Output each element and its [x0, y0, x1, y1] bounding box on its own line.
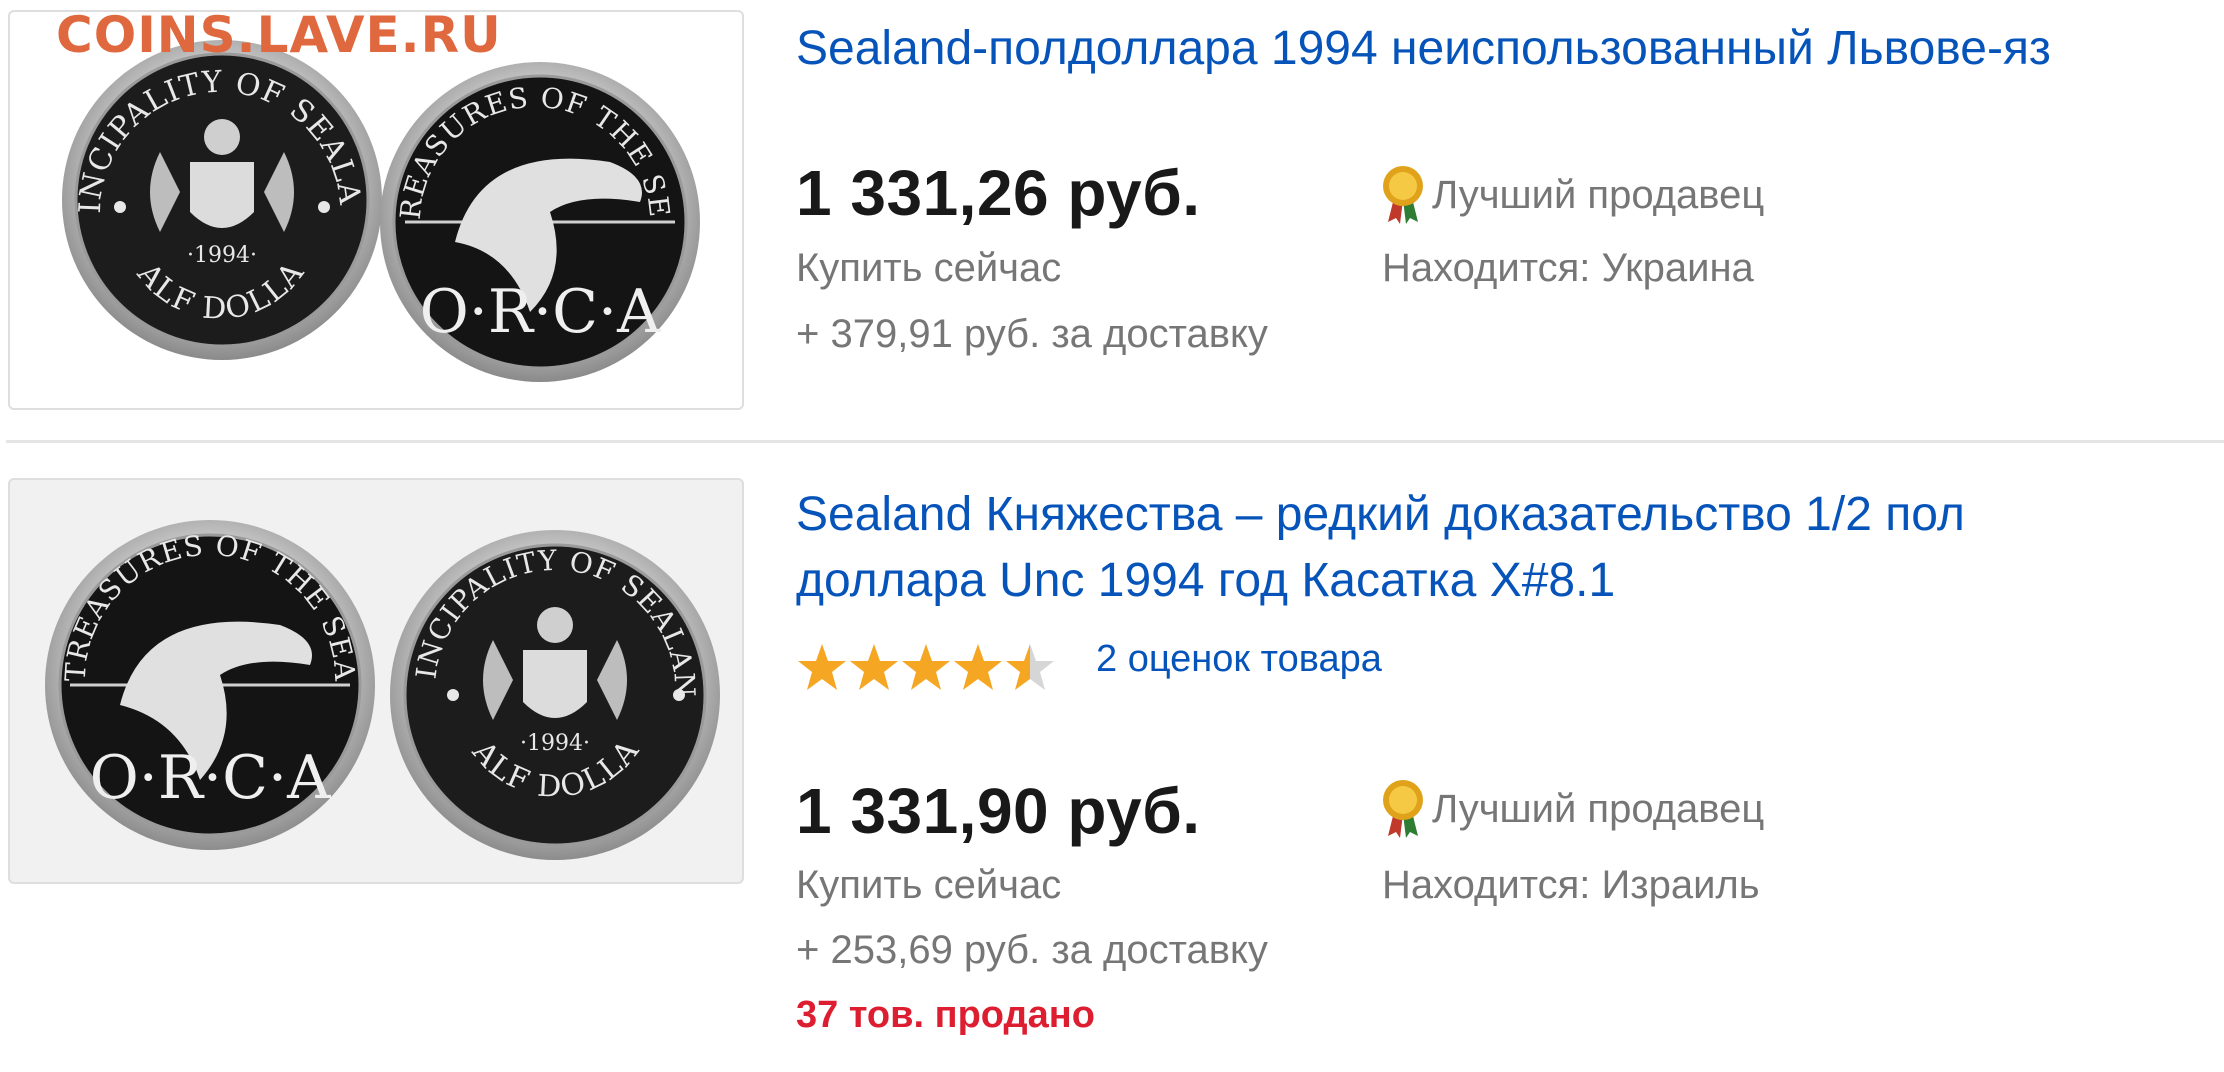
sold-count: 37 тов. продано — [796, 994, 1095, 1036]
svg-text:O·R·C·A: O·R·C·A — [90, 743, 331, 813]
coin-image: TREASURES OF THE SEA O·R·C·A PRINCIPALIT… — [10, 480, 720, 860]
title-line[interactable]: Sealand-полдоллара 1994 неиспользованный… — [796, 16, 2051, 82]
title-line[interactable]: Sealand Княжества – редкий доказательств… — [796, 482, 1965, 548]
svg-text:·1994·: ·1994· — [187, 243, 257, 268]
shipping-cost: + 253,69 руб. за доставку — [796, 928, 1268, 972]
shipping-cost: + 379,91 руб. за доставку — [796, 312, 1268, 356]
listing-title-link[interactable]: Sealand-полдоллара 1994 неиспользованный… — [796, 16, 2051, 82]
watermark: COINS.LAVE.RU — [56, 6, 502, 64]
coin-image: PRINCIPALITY OF SEALAND HALF DOLLAR ·199… — [10, 12, 700, 382]
coin-reverse: TREASURES OF THE SEA O·R·C·A — [45, 520, 375, 850]
star-icon — [954, 644, 1002, 690]
award-ribbon-icon — [1383, 780, 1423, 838]
price: 1 331,26 руб. — [796, 157, 1201, 229]
star-icon — [902, 644, 950, 690]
svg-text:·1994·: ·1994· — [520, 731, 590, 756]
top-seller-badge: Лучший продавец — [1378, 778, 1764, 840]
rating-stars — [796, 642, 1056, 694]
item-location: Находится: Израиль — [1382, 863, 1760, 907]
listing-title-link[interactable]: Sealand Княжества – редкий доказательств… — [796, 482, 1965, 614]
buy-format-label: Купить сейчас — [796, 246, 1062, 290]
star-icon — [798, 644, 846, 690]
top-seller-label: Лучший продавец — [1432, 786, 1765, 831]
svg-text:O·R·C·A: O·R·C·A — [420, 277, 661, 347]
coin-obverse: PRINCIPALITY OF SEALAND HALF DOLLAR ·199… — [10, 12, 382, 360]
price: 1 331,90 руб. — [796, 775, 1201, 847]
title-line[interactable]: доллара Unc 1994 год Касатка X#8.1 — [796, 548, 1965, 614]
top-seller-badge: Лучший продавец — [1378, 164, 1764, 226]
award-ribbon-icon — [1383, 166, 1423, 224]
buy-format-label: Купить сейчас — [796, 863, 1062, 907]
item-location: Находится: Украина — [1382, 246, 1754, 290]
listing-thumbnail[interactable]: PRINCIPALITY OF SEALAND HALF DOLLAR ·199… — [8, 10, 744, 410]
top-seller-label: Лучший продавец — [1432, 172, 1765, 217]
star-icon — [850, 644, 898, 690]
listing-card[interactable]: PRINCIPALITY OF SEALAND HALF DOLLAR ·199… — [0, 0, 2224, 440]
product-rating[interactable]: 2 оценок товара — [796, 638, 1382, 694]
listing-divider — [6, 440, 2224, 443]
reviews-link[interactable]: 2 оценок товара — [1096, 638, 1382, 681]
listing-thumbnail[interactable]: TREASURES OF THE SEA O·R·C·A PRINCIPALIT… — [8, 478, 744, 884]
listing-card[interactable]: TREASURES OF THE SEA O·R·C·A PRINCIPALIT… — [0, 462, 2224, 1072]
star-icon — [1006, 644, 1054, 690]
